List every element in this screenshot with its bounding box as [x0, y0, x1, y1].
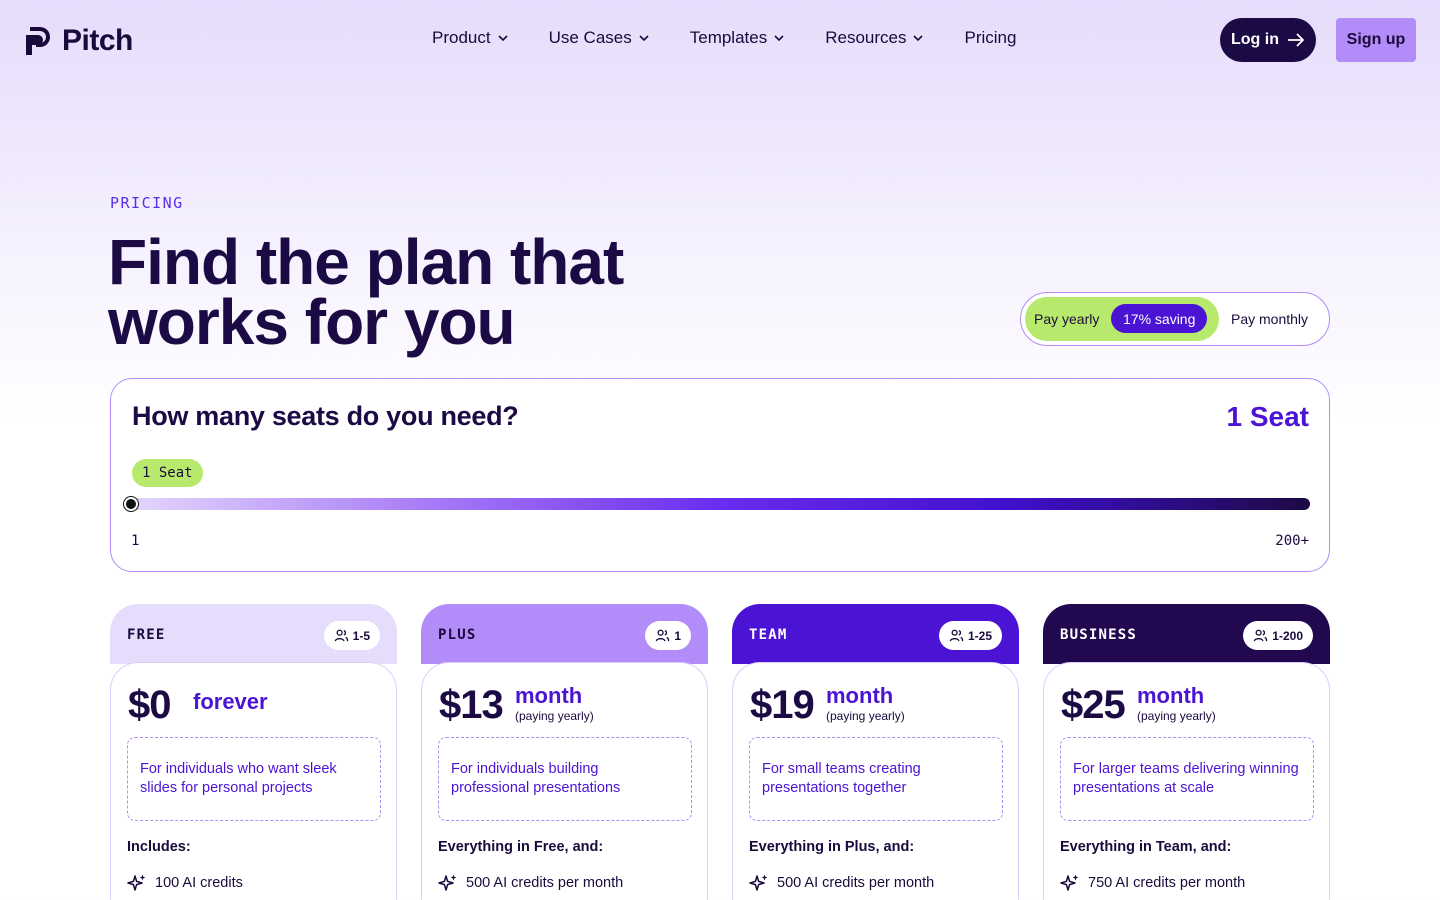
signup-button[interactable]: Sign up: [1336, 18, 1416, 62]
plan-description: For larger teams delivering winning pres…: [1060, 737, 1314, 821]
seat-value-pill: 1 Seat: [132, 459, 203, 487]
users-icon: [656, 629, 670, 642]
plan-seats-label: 1: [674, 628, 681, 643]
login-button[interactable]: Log in: [1220, 18, 1316, 62]
arrow-right-icon: [1287, 33, 1305, 47]
nav-item-label: Use Cases: [548, 28, 632, 47]
seat-slider-handle[interactable]: [124, 497, 138, 511]
plan-period: forever: [193, 689, 268, 714]
seat-selector: How many seats do you need? 1 Seat 1 Sea…: [110, 378, 1330, 572]
plan-seats-badge: 1-200: [1243, 621, 1313, 650]
plan-price: $19: [750, 683, 815, 727]
users-icon: [949, 629, 964, 642]
plan-includes-heading: Includes:: [127, 839, 191, 855]
sparkles-icon: [127, 874, 146, 891]
plan-feature-label: 500 AI credits per month: [466, 875, 624, 891]
login-label: Log in: [1231, 31, 1279, 48]
plan-period: month: [826, 683, 894, 708]
plan-header: FREE 1-5: [110, 604, 397, 664]
plan-header: BUSINESS 1-200: [1043, 604, 1330, 664]
seat-question: How many seats do you need?: [132, 401, 519, 431]
chevron-down-icon: [639, 35, 649, 42]
plan-body: $13 month (paying yearly) For individual…: [421, 662, 708, 900]
saving-badge: 17% saving: [1111, 304, 1208, 333]
plan-seats-badge: 1-5: [323, 621, 380, 650]
plan-period: month: [515, 683, 583, 708]
plan-card-business: BUSINESS 1-200 $25 month (paying yearly)…: [1043, 604, 1330, 900]
sparkles-icon: [749, 874, 768, 891]
plan-body: $0 forever For individuals who want slee…: [110, 662, 397, 900]
plan-card-free: FREE 1-5 $0 forever For individuals who …: [110, 604, 397, 900]
plan-period: month: [1137, 683, 1205, 708]
billing-toggle: Pay yearly 17% saving Pay monthly: [1020, 292, 1330, 346]
seat-slider-track[interactable]: [131, 498, 1310, 510]
plan-feature: 500 AI credits per month: [438, 873, 623, 893]
title-line-2: works for you: [108, 286, 516, 358]
sparkles-icon: [438, 874, 457, 891]
plan-seats-label: 1-5: [352, 628, 370, 643]
plan-card-plus: PLUS 1 $13 month (paying yearly) For ind…: [421, 604, 708, 900]
plan-includes-heading: Everything in Free, and:: [438, 839, 604, 855]
users-icon: [1254, 629, 1268, 642]
plan-name: TEAM: [749, 627, 788, 643]
nav-item-label: Resources: [825, 28, 907, 47]
plan-body: $25 month (paying yearly) For larger tea…: [1043, 662, 1330, 900]
slider-min-label: 1: [131, 533, 140, 549]
nav-item-product[interactable]: Product: [432, 28, 509, 48]
plan-includes-heading: Everything in Plus, and:: [749, 839, 915, 855]
nav-item-pricing[interactable]: Pricing: [964, 28, 1016, 48]
site-header: Pitch Product Use Cases Templates Resour…: [0, 0, 1440, 80]
pay-yearly-label: Pay yearly: [1034, 311, 1100, 327]
plan-price: $25: [1061, 683, 1126, 727]
plan-feature: 750 AI credits per month: [1060, 873, 1245, 893]
nav-item-label: Templates: [689, 28, 768, 47]
pay-yearly-option[interactable]: Pay yearly 17% saving: [1025, 297, 1219, 341]
plan-card-team: TEAM 1-25 $19 month (paying yearly) For …: [732, 604, 1019, 900]
page-eyebrow: PRICING: [110, 194, 184, 212]
plan-period-note: (paying yearly): [826, 709, 905, 723]
plan-includes-heading: Everything in Team, and:: [1060, 839, 1232, 855]
brand-name: Pitch: [62, 24, 133, 57]
plan-description: For individuals building professional pr…: [438, 737, 692, 821]
pitch-logo[interactable]: Pitch: [24, 24, 133, 58]
nav-item-label: Product: [432, 28, 491, 47]
chevron-down-icon: [498, 35, 508, 42]
nav-item-label: Pricing: [964, 28, 1017, 47]
plan-header: PLUS 1: [421, 604, 708, 664]
seat-count: 1 Seat: [1226, 401, 1310, 432]
plan-feature: 500 AI credits per month: [749, 873, 934, 893]
plan-name: PLUS: [438, 627, 477, 643]
plan-feature: 100 AI credits: [127, 873, 243, 893]
page-title: Find the plan that works for you: [108, 230, 748, 354]
plan-seats-badge: 1: [645, 621, 691, 650]
plan-feature-label: 750 AI credits per month: [1088, 875, 1246, 891]
plan-feature-label: 500 AI credits per month: [777, 875, 935, 891]
plan-seats-badge: 1-25: [938, 621, 1002, 650]
plan-period-note: (paying yearly): [1137, 709, 1216, 723]
slider-max-label: 200+: [1275, 533, 1309, 549]
plan-price: $0: [128, 683, 171, 727]
main-nav: Product Use Cases Templates Resources Pr…: [432, 28, 1056, 48]
plan-description: For individuals who want sleek slides fo…: [127, 737, 381, 821]
plan-feature-label: 100 AI credits: [155, 875, 243, 891]
sparkles-icon: [1060, 874, 1079, 891]
chevron-down-icon: [774, 35, 784, 42]
plan-period-note: (paying yearly): [515, 709, 594, 723]
chevron-down-icon: [913, 35, 924, 42]
nav-item-resources[interactable]: Resources: [825, 28, 924, 48]
plan-description: For small teams creating presentations t…: [749, 737, 1003, 821]
plan-price: $13: [439, 683, 504, 727]
pitch-logo-icon: [26, 27, 50, 55]
users-icon: [334, 629, 348, 642]
pay-monthly-option[interactable]: Pay monthly: [1231, 293, 1308, 345]
plan-seats-label: 1-200: [1272, 628, 1303, 643]
plan-seats-label: 1-25: [967, 628, 992, 643]
plan-name: FREE: [127, 627, 166, 643]
nav-item-templates[interactable]: Templates: [690, 28, 785, 48]
plan-header: TEAM 1-25: [732, 604, 1019, 664]
plan-body: $19 month (paying yearly) For small team…: [732, 662, 1019, 900]
nav-item-use-cases[interactable]: Use Cases: [549, 28, 650, 48]
plan-name: BUSINESS: [1060, 627, 1138, 643]
